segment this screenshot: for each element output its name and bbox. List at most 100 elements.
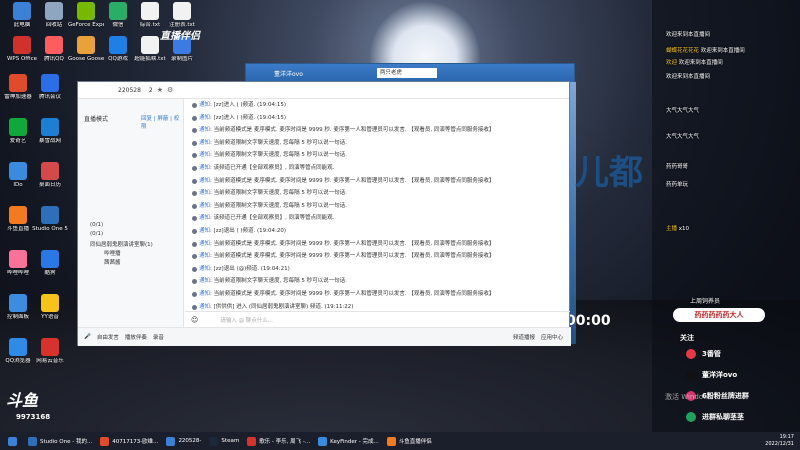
desktop-icon[interactable]: 爱奇艺	[0, 118, 36, 144]
desktop-icon-label: WPS Office	[6, 56, 38, 62]
danmu-text: 大气大气大气	[666, 108, 700, 114]
danmu-message: 欢迎来到本直播间	[666, 72, 710, 80]
notice-icon	[192, 279, 197, 285]
start-button[interactable]	[8, 436, 20, 446]
desktop-icon[interactable]: 网易云音乐	[32, 338, 68, 364]
bottom-item-music[interactable]: 播放伴奏	[125, 333, 147, 341]
chat-message: 通知: 该频道已开通【全部观察员】, 同演等管点同能观.	[185, 212, 570, 225]
taskbar-item[interactable]: 歌乐 - 李乐, 周飞 -...	[247, 436, 311, 446]
chat-header: 220528 2 ★ ⚙	[78, 82, 569, 99]
taskbar-item[interactable]: 40717173-欧维...	[100, 436, 158, 446]
settings-icon[interactable]: ⚙	[167, 86, 173, 94]
taskbar-item-label: 220528-	[178, 438, 202, 444]
mic-icon[interactable]: 🎤	[84, 334, 91, 340]
danmu-user: 欢迎	[666, 60, 678, 66]
desktop-icon[interactable]: Studio One 5	[32, 206, 68, 232]
message-text: 当前频道模式是 麦序模式. 麦序时间是 9999 秒. 麦序第一人和管理员可以发…	[213, 240, 495, 247]
app-icon	[41, 294, 59, 312]
bottom-item-broadcast[interactable]: 频道播报	[513, 333, 535, 341]
app-icon	[9, 250, 27, 268]
channel-tree-item[interactable]: 同仙居弱鬼剧演讲室聊(1)	[90, 240, 153, 248]
danmu-user: 主播	[666, 226, 678, 232]
streamer-name: 董洋洋ovo	[274, 70, 303, 78]
chat-message: 通知: 当前频道模式是 麦序模式. 麦序时间是 9999 秒. 麦序第一人和管理…	[185, 288, 570, 301]
message-text: [zz]退出 ( )频道. (19:04:20)	[213, 227, 286, 234]
bottom-item-record[interactable]: 录音	[153, 333, 164, 341]
bottom-item-free-speech[interactable]: 自由发言	[97, 333, 119, 341]
desktop-icon[interactable]: 桌面日历	[32, 162, 68, 188]
brand-title: 直播伴侣	[160, 31, 200, 42]
desktop-icon[interactable]: 腾讯会议	[32, 74, 68, 100]
notice-icon	[192, 291, 197, 297]
danmu-message: 大气大气大气	[666, 132, 699, 140]
desktop-icon[interactable]: 注册表.txt	[164, 2, 200, 28]
notice-icon	[192, 115, 197, 121]
douyu-logo: 斗鱼	[6, 391, 39, 410]
desktop-icon[interactable]: 微信	[100, 2, 136, 28]
taskbar-item[interactable]: 斗鱼直播伴侣	[386, 436, 432, 446]
desktop-icon[interactable]: 此电脑	[4, 2, 40, 28]
desktop-icon[interactable]: 酷狗	[32, 250, 68, 276]
taskbar-item[interactable]: KeyFinder - 完成...	[318, 436, 379, 446]
emoji-icon[interactable]: ☺	[191, 316, 198, 324]
song-search-input[interactable]: 两只老虎	[376, 68, 437, 78]
desktop-icon-label: QQ游戏	[108, 56, 128, 62]
bottom-item-app-center[interactable]: 应用中心	[541, 333, 563, 341]
channel-tree-item[interactable]: (0/1)	[90, 231, 103, 237]
taskbar-item[interactable]: Steam	[209, 436, 239, 446]
app-icon	[173, 2, 191, 20]
desktop-icon[interactable]: 腾讯QQ	[36, 36, 72, 62]
message-text: [zz]退出 (@)频道. (19:04:21)	[213, 265, 290, 272]
desktop-icon[interactable]: QQ浏览器	[0, 338, 36, 364]
channel-tree-item[interactable]: (0/1)	[90, 222, 103, 228]
message-label: 通知	[199, 127, 211, 134]
app-icon	[41, 338, 59, 356]
desktop-icon[interactable]: 综合.txt	[132, 2, 168, 28]
taskbar-item[interactable]: 220528-	[166, 436, 202, 446]
notice-icon	[192, 203, 197, 209]
desktop-icon[interactable]: 斗鱼直播	[0, 206, 36, 232]
desktop-icon-label: 斗鱼直播	[6, 226, 29, 232]
desktop-icon[interactable]: YY语音	[32, 294, 68, 320]
voice-chat-window[interactable]: 220528 2 ★ ⚙ 直播模式 回复 | 屏蔽 | 权限 (0/1) (0/1…	[77, 81, 571, 346]
star-icon[interactable]: ★	[157, 86, 163, 94]
desktop-icon[interactable]: Goose Goose Duck	[68, 36, 104, 62]
app-icon	[141, 36, 159, 54]
desktop-icon[interactable]: 雷神加速器	[0, 74, 36, 100]
danmu-message: 欢迎 欢迎来到本直播间	[666, 58, 723, 66]
sidebar-links[interactable]: 回复 | 屏蔽 | 权限	[141, 114, 183, 130]
desktop-icon[interactable]: QQ游戏	[100, 36, 136, 62]
danmu-message: 大气大气大气	[666, 106, 699, 114]
danmu-text: 欢迎来到本直播间	[666, 74, 711, 80]
message-label: 通知	[199, 290, 211, 297]
message-label: 通知	[199, 240, 211, 247]
desktop-icon[interactable]: WPS Office	[4, 36, 40, 62]
desktop-icon[interactable]: GeForce Experience	[68, 2, 104, 28]
channel-tree-item[interactable]: 哔哩播	[104, 249, 121, 257]
app-icon	[9, 162, 27, 180]
taskbar-app-icon	[318, 436, 328, 446]
desktop-icon[interactable]: 哔哩哔哩	[0, 250, 36, 276]
app-icon	[41, 162, 59, 180]
desktop-icon-label: 酷狗	[44, 270, 56, 276]
taskbar-item-label: Studio One - 我的...	[40, 439, 93, 445]
app-icon	[13, 2, 31, 20]
message-label: 通知	[199, 152, 211, 159]
chat-input-bar[interactable]: ☺ 请输入 @ 聊点什么...	[185, 311, 570, 327]
weekly-feeder-label: 上周饲养员	[690, 298, 721, 305]
member-count: 2	[148, 86, 153, 94]
desktop-icon[interactable]: 控制面板	[0, 294, 36, 320]
channel-tree-item[interactable]: 茜茜酱	[104, 258, 121, 266]
danmu-text: 药药哥哥	[666, 164, 689, 170]
taskbar-app-icon	[28, 436, 37, 446]
desktop-icon[interactable]: 暴雪战网	[32, 118, 68, 144]
desktop-icon[interactable]: IDo	[0, 162, 36, 188]
channel-mode-select[interactable]: 直播模式	[84, 114, 108, 123]
app-icon	[9, 338, 27, 356]
danmu-message: 蝴蝶花花花花 欢迎来到本直播间	[666, 46, 745, 54]
chat-input[interactable]: 请输入 @ 聊点什么...	[220, 316, 273, 324]
taskbar-item-label: 歌乐 - 李乐, 周飞 -...	[259, 439, 311, 445]
desktop-icon-label: 雷神加速器	[4, 94, 32, 100]
taskbar-item[interactable]: Studio One - 我的...	[28, 436, 93, 446]
desktop-icon[interactable]: 回收站	[36, 2, 72, 28]
